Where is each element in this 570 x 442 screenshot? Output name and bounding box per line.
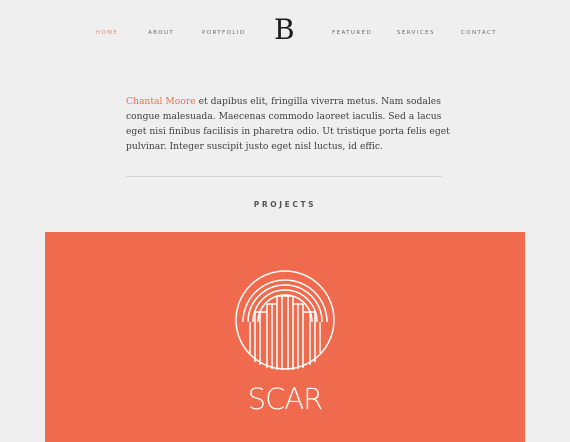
nav-contact[interactable]: CONTACT xyxy=(461,30,497,36)
top-navigation: HOME ABOUT PORTFOLIO B FEATURED SERVICES… xyxy=(0,0,570,66)
brand-logo[interactable]: B xyxy=(274,16,295,44)
project-card-scar[interactable]: SCAR xyxy=(45,232,525,442)
arched-building-circle-icon xyxy=(235,270,335,370)
nav-featured[interactable]: FEATURED xyxy=(332,30,372,36)
nav-services[interactable]: SERVICES xyxy=(397,30,435,36)
projects-heading: PROJECTS xyxy=(253,200,317,209)
author-link[interactable]: Chantal Moore xyxy=(126,96,196,107)
intro-paragraph: Chantal Moore et dapibus elit, fringilla… xyxy=(126,94,456,154)
section-divider xyxy=(126,176,442,177)
nav-about[interactable]: ABOUT xyxy=(148,30,174,36)
nav-portfolio[interactable]: PORTFOLIO xyxy=(202,30,246,36)
nav-home[interactable]: HOME xyxy=(96,30,118,36)
project-name: SCAR xyxy=(247,382,324,416)
